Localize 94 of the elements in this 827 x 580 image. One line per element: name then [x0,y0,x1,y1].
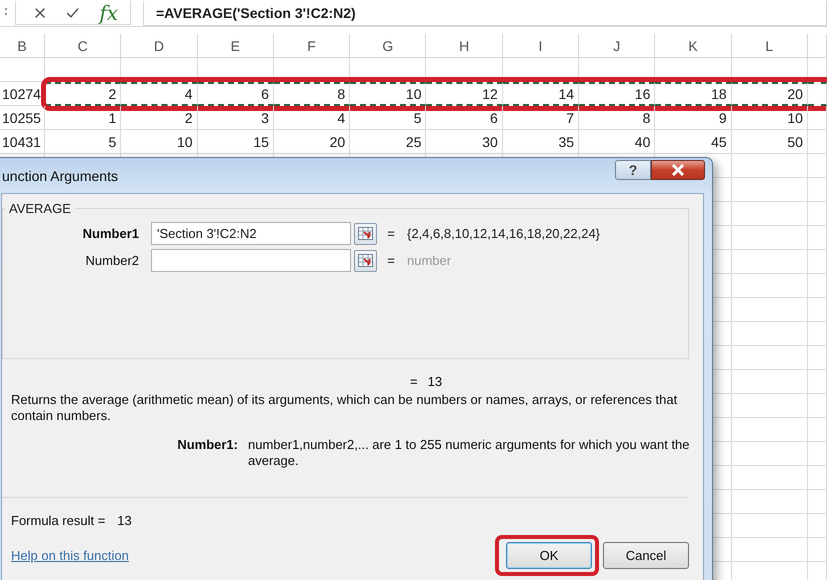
insert-function-button[interactable]: fx [99,0,118,24]
column-header[interactable]: L [732,34,808,58]
argument-help-label: Number1: [176,437,239,454]
table-cell [808,178,827,202]
table-cell: 20 [274,130,350,154]
table-cell: 3 [198,106,274,130]
formula-result-label: Formula result = [11,513,106,528]
table-cell [808,250,827,274]
column-header[interactable]: K [655,34,732,58]
range-select-button[interactable] [354,250,377,272]
table-cell [808,130,827,154]
argument-value: {2,4,6,8,10,12,14,16,18,20,22,24} [407,226,602,241]
table-cell: 2 [121,106,198,130]
column-header[interactable]: H [426,34,503,58]
column-header[interactable]: B [0,34,45,58]
input-field[interactable] [151,249,351,272]
table-cell: 18 [655,82,732,106]
formula-field[interactable]: =AVERAGE('Section 3'!C2:N2) [143,0,827,26]
table-cell: 40 [579,130,656,154]
table-cell: 10 [732,106,808,130]
table-cell: 10 [121,130,198,154]
table-cell [808,442,827,466]
table-cell [0,58,45,82]
argument-label: Number1 [82,226,140,241]
table-cell [808,346,827,370]
table-cell: 2 [45,82,122,106]
table-cell: 4 [274,106,350,130]
table-cell: 10431 [0,130,45,154]
table-cell: 50 [732,130,808,154]
formula-result-value: 13 [117,513,132,528]
table-cell: 6 [198,82,274,106]
equals-sign: = [386,253,396,268]
help-button[interactable]: ? [615,160,651,180]
table-cell: 12 [426,82,503,106]
column-header[interactable]: F [274,34,350,58]
table-cell [808,394,827,418]
help-link[interactable]: Help on this function [11,548,491,563]
column-header[interactable]: I [502,34,580,58]
table-cell: 5 [350,106,426,130]
table-cell: 35 [502,130,580,154]
table-cell: 7 [502,106,580,130]
table-cell [808,418,827,442]
result-value: 13 [428,374,442,388]
argument-help-text: number1,number2,... are 1 to 255 numeric arguments for which you want the average. [248,437,691,469]
table-cell: 30 [426,130,503,154]
table-cell: 8 [274,82,350,106]
table-cell [808,298,827,322]
table-cell: 25 [350,130,426,154]
group-label: AVERAGE [8,201,72,216]
table-cell: 10274 [0,82,45,106]
table-cell: 20 [732,82,808,106]
column-header[interactable]: J [579,34,656,58]
table-cell: 6 [426,106,503,130]
equals-sign: = [410,374,418,388]
table-cell [808,154,827,178]
table-cell: 14 [502,82,580,106]
table-cell [808,514,827,538]
table-cell: 15 [198,130,274,154]
table-cell [808,82,827,106]
dialog-title: unction Arguments [2,168,119,184]
function-description: Returns the average (arithmetic mean) of its arguments, which can be numbers or names, arrays, or references that contain numbers. [11,392,678,424]
range-select-icon [358,227,373,240]
table-cell: 5 [45,130,122,154]
input-field[interactable]: 'Section 3'!C2:N2 [151,222,351,245]
table-cell [808,538,827,562]
table-cell: 4 [121,82,198,106]
column-header[interactable]: D [121,34,198,58]
table-cell: 16 [579,82,656,106]
argument-value: number [407,253,452,268]
range-select-icon [358,254,373,267]
close-button[interactable] [651,160,705,180]
column-header[interactable]: C [45,34,122,58]
range-select-button[interactable] [354,222,377,244]
table-cell: 10 [350,82,426,106]
table-cell [808,322,827,346]
table-cell [808,106,827,130]
table-cell [808,202,827,226]
dialog-button[interactable]: Cancel [603,542,689,569]
table-cell: 45 [655,130,732,154]
column-header[interactable]: E [198,34,274,58]
table-cell [808,490,827,514]
equals-sign: = [386,226,396,241]
argument-label: Number2 [84,253,140,268]
column-header[interactable]: G [350,34,426,58]
table-cell [808,370,827,394]
table-cell [808,226,827,250]
table-cell: 10255 [0,106,45,130]
table-cell: 1 [45,106,122,130]
close-icon [671,164,685,176]
table-cell [808,466,827,490]
table-cell [808,274,827,298]
dialog-button[interactable]: OK [506,542,592,569]
table-cell: 9 [655,106,732,130]
table-cell: 8 [579,106,656,130]
